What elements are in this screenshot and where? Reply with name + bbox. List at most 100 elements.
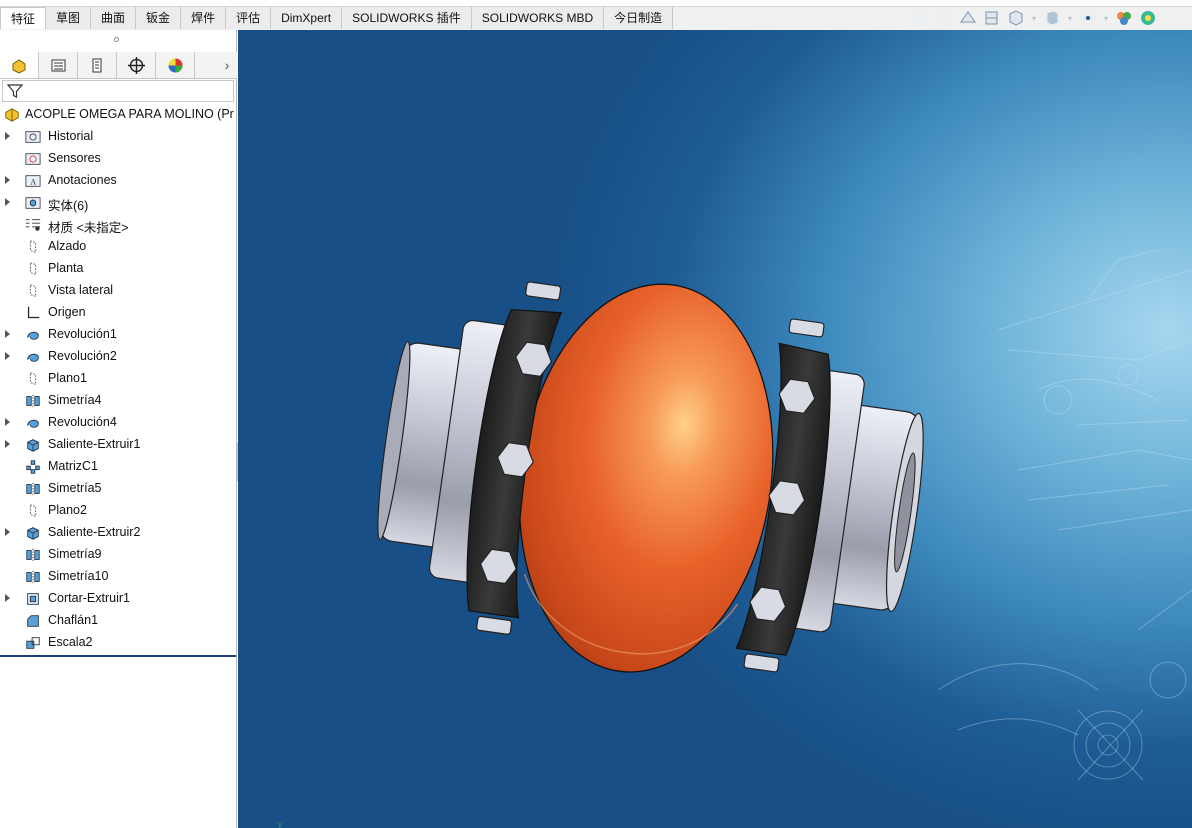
annotations-folder-icon: A: [25, 175, 41, 187]
tree-item-label: Saliente-Extruir1: [48, 437, 141, 451]
tree-item[interactable]: MatrizC1: [0, 456, 237, 478]
tree-item-label: 实体(6): [48, 199, 89, 213]
tree-item[interactable]: Simetría5: [0, 478, 237, 500]
mirror-icon: [26, 482, 40, 496]
tree-item[interactable]: Sensores: [0, 148, 237, 170]
tree-item[interactable]: Historial: [0, 126, 237, 148]
ribbon-tab[interactable]: 焊件: [181, 7, 227, 29]
plane-icon: [29, 504, 37, 517]
ribbon-tab[interactable]: SOLIDWORKS MBD: [471, 7, 605, 29]
tree-item-label: Simetría5: [48, 481, 102, 495]
tree-item[interactable]: Revolución1: [0, 324, 237, 346]
expand-arrow-icon[interactable]: [5, 352, 10, 360]
split-handle-dot: [114, 37, 119, 42]
tree-item-label: Alzado: [48, 239, 87, 253]
previous-view-icon[interactable]: [958, 8, 978, 28]
tree-item[interactable]: Saliente-Extruir2: [0, 522, 237, 544]
revolve-icon: [27, 419, 39, 428]
tree-item-label: ACOPLE OMEGA PARA MOLINO (Pr: [25, 107, 234, 121]
tree-item[interactable]: Origen: [0, 302, 237, 324]
sensors-folder-icon: [25, 153, 41, 165]
tree-item[interactable]: 材质 <未指定>: [0, 214, 237, 236]
tree-item-label: Vista lateral: [48, 283, 114, 297]
solid-bodies-folder-icon: [25, 197, 41, 209]
tree-item[interactable]: Chaflán1: [0, 610, 237, 632]
tree-item[interactable]: Plano1: [0, 368, 237, 390]
filter-icon[interactable]: [7, 83, 23, 99]
scale-icon: [26, 637, 40, 649]
property-manager-tab[interactable]: [39, 52, 78, 78]
revolve-icon: [27, 353, 39, 362]
tree-item-label: 材质 <未指定>: [48, 221, 129, 235]
tree-item[interactable]: Cortar-Extruir1: [0, 588, 237, 610]
tree-item-label: Origen: [48, 305, 86, 319]
chevron-down-icon[interactable]: ▾: [1030, 14, 1038, 23]
display-style-icon[interactable]: [1042, 8, 1062, 28]
ribbon-tab[interactable]: 今日制造: [604, 7, 674, 29]
expand-arrow-icon[interactable]: [5, 198, 10, 206]
expand-arrow-icon[interactable]: [5, 330, 10, 338]
chevron-down-icon[interactable]: ▾: [1066, 14, 1074, 23]
ribbon-tab[interactable]: 曲面: [91, 7, 137, 29]
coupling-3d-model[interactable]: [238, 30, 1192, 828]
tree-item-label: Anotaciones: [48, 173, 117, 187]
expand-arrow-icon[interactable]: [5, 528, 10, 536]
tree-item[interactable]: Simetría4: [0, 390, 237, 412]
dimxpert-manager-icon: [127, 56, 145, 74]
part-icon: [5, 108, 19, 122]
extrude-boss-icon: [27, 439, 39, 452]
ribbon-tabs: 特征 草图 曲面 钣金 焊件 评估 DimXpert SOLIDWORKS 插件 SOLIDWO…: [0, 7, 674, 29]
rollback-bar[interactable]: [0, 655, 236, 657]
tree-item[interactable]: A Anotaciones: [0, 170, 237, 192]
tree-root-part[interactable]: ACOPLE OMEGA PARA MOLINO (Pr: [0, 104, 237, 126]
expand-arrow-icon[interactable]: [5, 176, 10, 184]
ribbon-tab[interactable]: 草图: [46, 7, 92, 29]
tree-item-label: Cortar-Extruir1: [48, 591, 130, 605]
tree-item[interactable]: Revolución4: [0, 412, 237, 434]
tree-item-label: Plano2: [48, 503, 87, 517]
mirror-icon: [26, 570, 40, 584]
tree-item[interactable]: Vista lateral: [0, 280, 237, 302]
feature-manager-tab[interactable]: [0, 52, 39, 78]
tree-item[interactable]: Simetría10: [0, 566, 237, 588]
ribbon-top-strip: [0, 0, 1192, 7]
ribbon-tab[interactable]: 特征: [0, 7, 47, 29]
view-triad: y: [278, 820, 282, 828]
plane-icon: [29, 240, 37, 253]
chevron-down-icon[interactable]: ▾: [1102, 14, 1110, 23]
tree-item[interactable]: Revolución2: [0, 346, 237, 368]
ribbon-tab[interactable]: SOLIDWORKS 插件: [342, 7, 472, 29]
edit-appearance-icon[interactable]: [1114, 8, 1134, 28]
expand-arrow-icon[interactable]: [5, 440, 10, 448]
svg-text:A: A: [30, 178, 36, 187]
configuration-manager-tab[interactable]: [78, 52, 117, 78]
mirror-icon: [26, 548, 40, 562]
tree-item[interactable]: Alzado: [0, 236, 237, 258]
ribbon-tab[interactable]: 钣金: [136, 7, 182, 29]
display-manager-tab[interactable]: [156, 52, 195, 78]
zoom-area-icon[interactable]: [934, 8, 954, 28]
tree-item[interactable]: Saliente-Extruir1: [0, 434, 237, 456]
section-view-icon[interactable]: [982, 8, 1002, 28]
dimxpert-manager-tab[interactable]: [117, 52, 156, 78]
tree-item-label: Saliente-Extruir2: [48, 525, 141, 539]
origin-icon: [27, 306, 40, 319]
tree-item[interactable]: Simetría9: [0, 544, 237, 566]
tree-item[interactable]: Escala2: [0, 632, 237, 654]
expand-arrow-icon[interactable]: [5, 418, 10, 426]
tree-item[interactable]: Planta: [0, 258, 237, 280]
apply-scene-icon[interactable]: [1138, 8, 1158, 28]
ribbon-tab[interactable]: DimXpert: [271, 7, 343, 29]
view-orientation-icon[interactable]: [1006, 8, 1026, 28]
tree-item[interactable]: Plano2: [0, 500, 237, 522]
expand-arrow-icon[interactable]: [5, 594, 10, 602]
ribbon-tab[interactable]: 评估: [226, 7, 272, 29]
tree-item[interactable]: 实体(6): [0, 192, 237, 214]
tree-item-label: Revolución1: [48, 327, 117, 341]
expand-arrow-icon[interactable]: [5, 132, 10, 140]
hide-show-icon[interactable]: [1078, 8, 1098, 28]
graphics-viewport[interactable]: y: [238, 30, 1192, 828]
manager-tabs-next-arrow[interactable]: ›: [220, 55, 234, 75]
zoom-to-fit-icon[interactable]: [910, 8, 930, 28]
tree-filter-box[interactable]: [2, 80, 234, 102]
